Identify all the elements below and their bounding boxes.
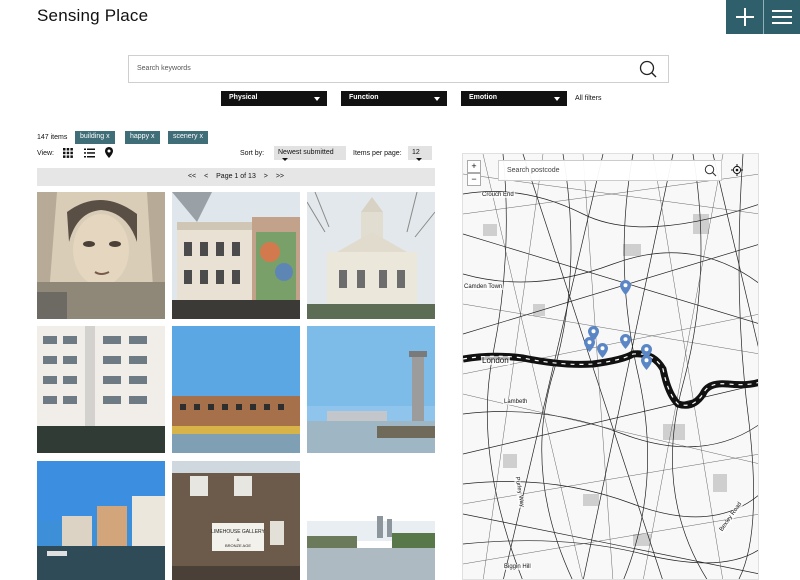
tag-happy[interactable]: happy x [125, 131, 160, 144]
filter-emotion[interactable]: Emotion [461, 91, 567, 106]
chevron-down-icon [434, 97, 440, 101]
result-count: 147 items [37, 134, 68, 141]
items-per-page-select[interactable]: 12 [408, 146, 432, 161]
photo-card[interactable] [37, 192, 165, 319]
chevron-down-icon [416, 157, 422, 161]
view-label: View: [37, 150, 54, 157]
map-panel[interactable]: + − Search postcode Crouch End Camden To… [462, 153, 759, 580]
hamburger-icon [772, 10, 792, 24]
add-button[interactable] [726, 0, 763, 34]
map-marker[interactable] [641, 355, 652, 370]
photo-card[interactable] [37, 326, 165, 453]
sort-value: Newest submitted [278, 149, 334, 156]
photo-card[interactable]: LIMEHOUSE GALLERY & BRONZE AGE [172, 461, 300, 580]
place-label: Camden Town [463, 284, 504, 290]
next-page-button[interactable]: > [264, 173, 268, 180]
search-input[interactable]: Search keywords [137, 65, 191, 72]
map-marker[interactable] [597, 343, 608, 358]
tag-scenery[interactable]: scenery x [168, 131, 208, 144]
map-canvas[interactable] [463, 154, 759, 580]
search-icon[interactable] [639, 60, 657, 78]
place-label: Crouch End [481, 192, 515, 198]
all-filters-link[interactable]: All filters [575, 95, 601, 102]
photo-mural-face [37, 192, 165, 319]
pagination: << < Page 1 of 13 > >> [37, 168, 435, 186]
photo-card[interactable] [307, 461, 435, 580]
chevron-down-icon [314, 97, 320, 101]
list-icon[interactable] [84, 148, 95, 158]
photo-office-block [37, 326, 165, 453]
photo-card[interactable] [307, 326, 435, 453]
filter-physical[interactable]: Physical [221, 91, 327, 106]
prev-page-button[interactable]: < [204, 173, 208, 180]
place-label: London [481, 356, 510, 365]
photo-card[interactable] [172, 192, 300, 319]
first-page-button[interactable]: << [188, 173, 196, 180]
map-marker[interactable] [620, 334, 631, 349]
map-marker[interactable] [584, 337, 595, 352]
photo-warehouse-water [172, 326, 300, 453]
items-per-page-label: Items per page: [353, 150, 402, 157]
photo-church [307, 192, 435, 319]
chevron-down-icon [282, 157, 288, 161]
zoom-out-button[interactable]: − [467, 173, 481, 186]
filter-function[interactable]: Function [341, 91, 447, 106]
site-logo[interactable]: Sensing Place [37, 6, 148, 26]
sort-label: Sort by: [240, 150, 265, 157]
chevron-down-icon [554, 97, 560, 101]
filter-label: Emotion [469, 94, 497, 101]
menu-button[interactable] [763, 0, 800, 34]
zoom-in-button[interactable]: + [467, 160, 481, 173]
photo-limehouse-gallery: LIMEHOUSE GALLERY & BRONZE AGE [172, 461, 300, 580]
grid-icon[interactable] [63, 148, 73, 158]
tag-building[interactable]: building x [75, 131, 115, 144]
photo-card[interactable] [37, 461, 165, 580]
plus-icon [735, 8, 754, 26]
filter-label: Physical [229, 94, 258, 101]
filter-label: Function [349, 94, 379, 101]
last-page-button[interactable]: >> [276, 173, 284, 180]
sort-select[interactable]: Newest submitted [274, 146, 346, 161]
photo-marina [37, 461, 165, 580]
locate-icon[interactable] [731, 164, 743, 176]
page-indicator: Page 1 of 13 [216, 173, 256, 180]
search-bar[interactable]: Search keywords [128, 55, 669, 83]
postcode-input[interactable]: Search postcode [507, 167, 560, 174]
map-marker[interactable] [620, 280, 631, 295]
svg-text:LIMEHOUSE GALLERY: LIMEHOUSE GALLERY [211, 529, 265, 535]
place-label: Biggin Hill [503, 564, 532, 570]
photo-card[interactable] [307, 192, 435, 319]
svg-text:BRONZE AGE: BRONZE AGE [225, 543, 251, 548]
items-per-page-value: 12 [412, 149, 420, 156]
map-pin-icon[interactable] [105, 147, 113, 158]
photo-mural-building [172, 192, 300, 319]
postcode-search[interactable]: Search postcode [498, 160, 722, 181]
svg-text:&: & [237, 537, 240, 542]
photo-river-skyline [307, 461, 435, 580]
photo-card[interactable] [172, 326, 300, 453]
place-label: Lambeth [503, 399, 529, 405]
photo-river-crane [307, 326, 435, 453]
search-icon[interactable] [704, 164, 717, 177]
